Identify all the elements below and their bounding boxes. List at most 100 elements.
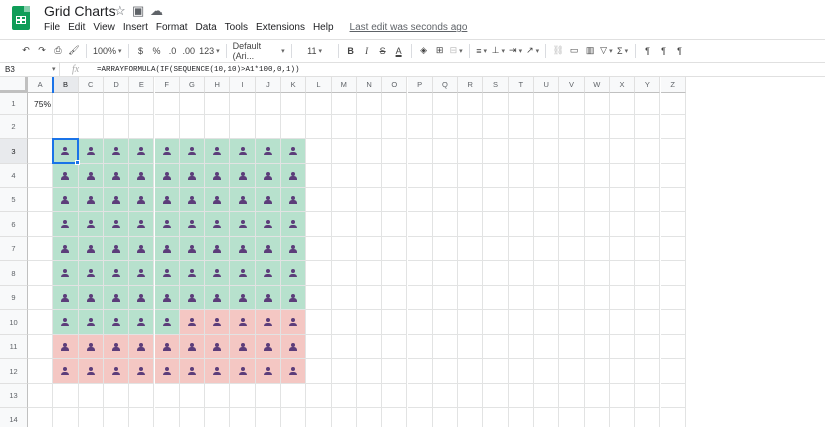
cell-t13[interactable] [508,384,534,408]
cell-d14[interactable] [104,408,130,427]
column-header-p[interactable]: P [407,77,433,93]
column-header-i[interactable]: I [230,77,256,93]
column-header-k[interactable]: K [281,77,307,93]
cell-f14[interactable] [155,408,180,427]
document-title[interactable]: Grid Charts [44,3,116,19]
menu-tools[interactable]: Tools [225,22,253,36]
cell-p13[interactable] [407,384,433,408]
grid-chart-cell[interactable] [281,335,307,359]
grid-chart-cell[interactable] [205,359,231,384]
grid-chart-cell[interactable] [179,212,206,237]
cell-x1[interactable] [609,93,636,115]
cell-b1[interactable] [53,93,79,115]
grid-chart-cell[interactable] [230,335,256,359]
cell-o12[interactable] [382,359,408,384]
formula-input[interactable]: =ARRAYFORMULA(IF(SEQUENCE(10,10)>A1*100,… [97,63,300,77]
paragraph-mark-icon[interactable]: ¶ [672,42,688,60]
cell-l6[interactable] [306,212,332,237]
grid-chart-cell[interactable] [179,335,206,359]
cell-q7[interactable] [432,237,459,261]
strikethrough-button[interactable]: S [375,42,391,60]
grid-chart-cell[interactable] [129,237,155,261]
cell-a3[interactable] [28,139,54,164]
grid-chart-cell[interactable] [78,139,104,164]
grid-chart-cell[interactable] [129,286,155,310]
grid-chart-cell[interactable] [281,286,307,310]
cell-v5[interactable] [559,188,585,212]
cell-l1[interactable] [306,93,332,115]
cell-x13[interactable] [609,384,636,408]
cell-l13[interactable] [306,384,332,408]
grid-chart-cell[interactable] [154,261,180,286]
cell-d1[interactable] [103,93,130,115]
cell-y13[interactable] [635,384,661,408]
paint-format-icon[interactable]: 🖌︎ [66,42,82,60]
cell-g1[interactable] [179,93,206,115]
cell-q2[interactable] [432,115,459,139]
cell-o9[interactable] [382,286,408,310]
cell-y7[interactable] [635,237,661,261]
grid-chart-cell[interactable] [103,359,130,384]
cell-q9[interactable] [432,286,459,310]
cell-a12[interactable] [28,359,54,384]
cell-m10[interactable] [331,310,357,335]
cell-q10[interactable] [432,310,459,335]
cell-o3[interactable] [382,139,408,164]
cell-x12[interactable] [609,359,636,384]
cell-b14[interactable] [53,408,79,427]
grid-chart-cell[interactable] [281,359,307,384]
cell-v1[interactable] [559,93,585,115]
cell-s8[interactable] [483,261,509,286]
name-box[interactable]: B3 [0,63,60,77]
cell-n11[interactable] [356,335,383,359]
cell-z10[interactable] [660,310,686,335]
cell-y8[interactable] [635,261,661,286]
row-header-1[interactable]: 1 [0,93,28,115]
cell-z13[interactable] [660,384,686,408]
grid-chart-cell[interactable] [179,286,206,310]
cell-s14[interactable] [483,408,509,427]
cell-z1[interactable] [660,93,686,115]
cell-q3[interactable] [432,139,459,164]
grid-chart-cell[interactable] [129,335,155,359]
cell-z12[interactable] [660,359,686,384]
cell-q11[interactable] [432,335,459,359]
star-icon[interactable]: ☆ [114,3,126,19]
cell-y11[interactable] [635,335,661,359]
cell-t8[interactable] [508,261,534,286]
cell-o5[interactable] [382,188,408,212]
cell-l12[interactable] [306,359,332,384]
cell-m12[interactable] [331,359,357,384]
cell-i1[interactable] [230,93,256,115]
cell-b13[interactable] [53,384,79,408]
cell-u7[interactable] [534,237,560,261]
column-header-z[interactable]: Z [660,77,686,93]
cell-w13[interactable] [584,384,610,408]
cell-r5[interactable] [458,188,484,212]
cell-p2[interactable] [407,115,433,139]
column-header-e[interactable]: E [129,77,155,93]
cell-b2[interactable] [53,115,79,139]
cell-u11[interactable] [534,335,560,359]
spreadsheet-grid[interactable]: A B C D E F G H I J K L M N O P Q R S T U V W X Y Z 1 2 3 4 5 6 7 8 9 10 11 1… [0,77,825,427]
cell-m5[interactable] [331,188,357,212]
cell-p4[interactable] [407,164,433,188]
grid-chart-cell[interactable] [103,139,130,164]
font-family-select[interactable]: Default (Ari... [231,41,287,61]
cell-a11[interactable] [28,335,54,359]
cell-u2[interactable] [534,115,560,139]
cell-u6[interactable] [534,212,560,237]
cell-e2[interactable] [129,115,155,139]
row-header-7[interactable]: 7 [0,237,28,261]
cell-x4[interactable] [609,164,636,188]
cell-j1[interactable] [255,93,281,115]
grid-chart-cell[interactable] [230,164,256,188]
grid-chart-cell[interactable] [53,164,79,188]
cell-y12[interactable] [635,359,661,384]
cell-t3[interactable] [508,139,534,164]
bold-button[interactable]: B [343,42,359,60]
cell-s5[interactable] [483,188,509,212]
cell-c1[interactable] [78,93,104,115]
cell-p6[interactable] [407,212,433,237]
cell-o7[interactable] [382,237,408,261]
